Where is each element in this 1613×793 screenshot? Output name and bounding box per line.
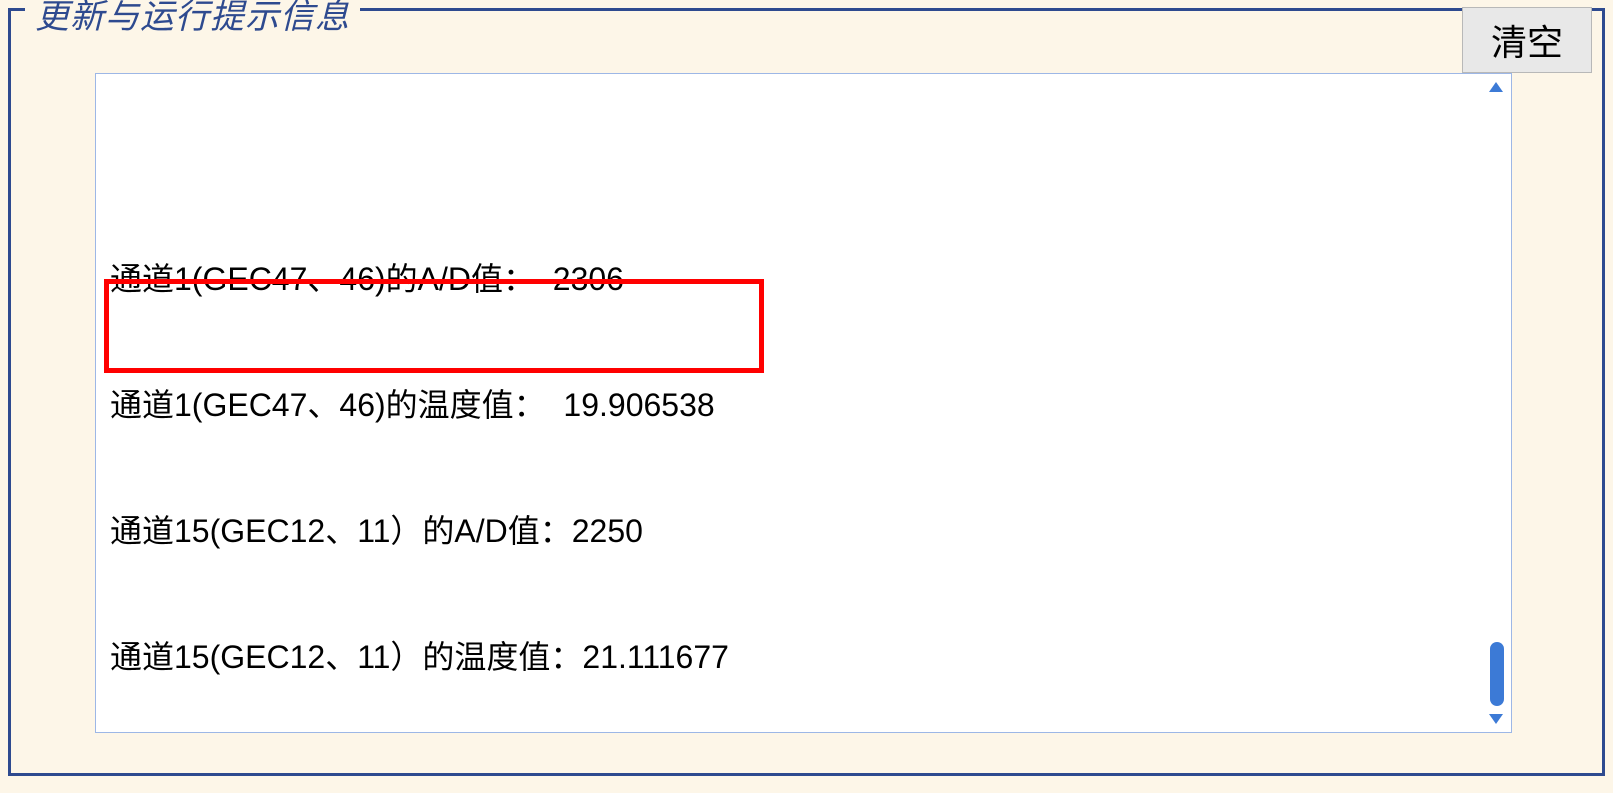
scroll-up-icon[interactable] <box>1487 80 1505 94</box>
log-block: 通道1(GEC47、46)的A/D值： 2306 通道1(GEC47、46)的温… <box>110 174 1491 733</box>
log-line: 通道1(GEC47、46)的A/D值： 2306 <box>110 258 1491 300</box>
log-textarea[interactable]: 通道1(GEC47、46)的A/D值： 2306 通道1(GEC47、46)的温… <box>95 73 1512 733</box>
clear-button[interactable]: 清空 <box>1462 7 1592 73</box>
scroll-down-icon[interactable] <box>1487 712 1505 726</box>
log-line: 通道15(GEC12、11）的温度值：21.111677 <box>110 636 1491 678</box>
info-panel: 更新与运行提示信息 清空 通道1(GEC47、46)的A/D值： 2306 通道… <box>8 8 1605 776</box>
log-line: 通道15(GEC12、11）的A/D值：2250 <box>110 510 1491 552</box>
log-line: 通道1(GEC47、46)的温度值： 19.906538 <box>110 384 1491 426</box>
scrollbar-thumb[interactable] <box>1490 642 1504 706</box>
panel-title: 更新与运行提示信息 <box>25 0 360 38</box>
log-content: 通道1(GEC47、46)的A/D值： 2306 通道1(GEC47、46)的温… <box>110 90 1491 733</box>
